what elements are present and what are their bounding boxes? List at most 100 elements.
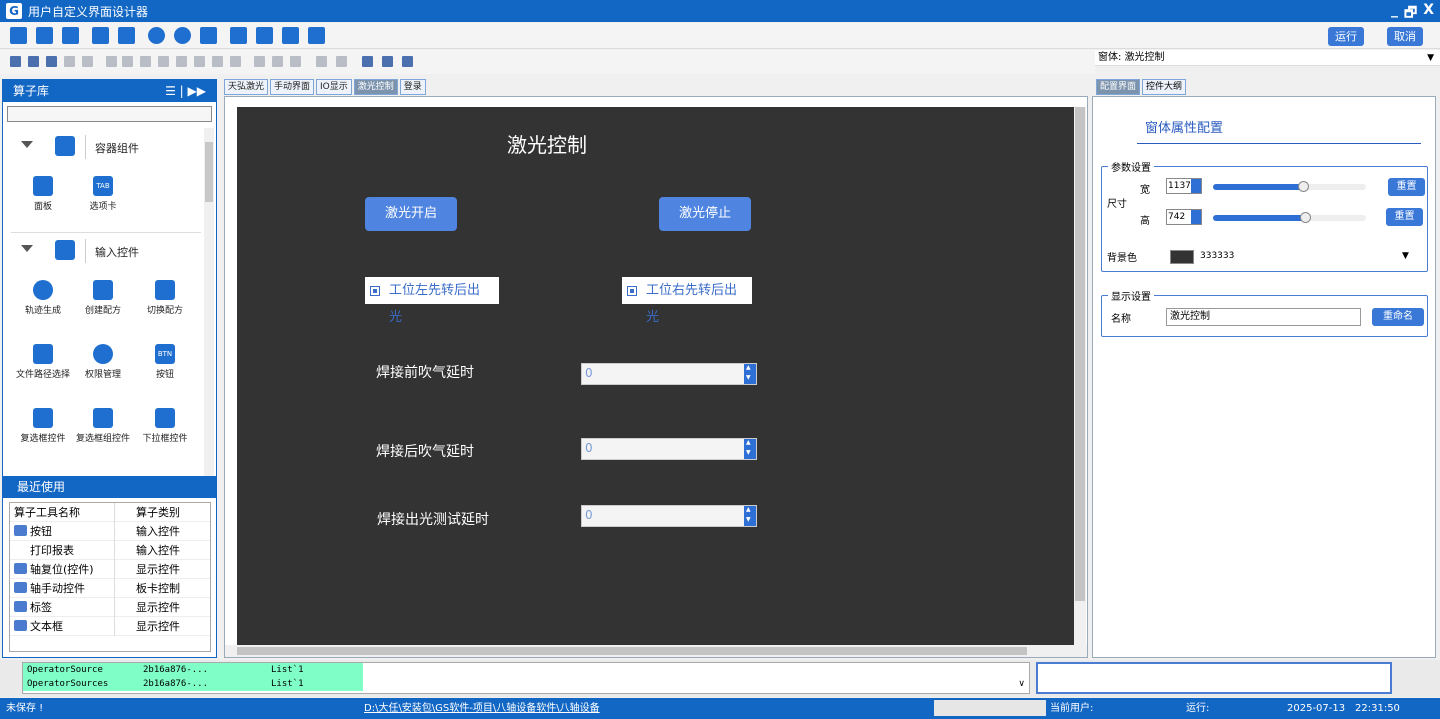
canvas-horizontal-scrollbar[interactable] [225,645,1087,657]
section-input-controls[interactable]: 输入控件 [3,236,203,266]
delete-icon[interactable] [382,56,393,67]
check-icon[interactable] [362,56,373,67]
tab-manual[interactable]: 手动界面 [270,79,315,95]
save-icon[interactable] [62,27,79,44]
tool-dropdown[interactable]: 下拉框控件 [135,408,195,444]
menu-icon[interactable]: ☰ | ▶▶ [165,80,206,102]
redo-icon[interactable] [82,56,93,67]
rename-button[interactable]: 重命名 [1372,308,1424,326]
chevron-down-icon[interactable]: ▼ [1427,50,1434,66]
send-back-icon[interactable] [336,56,347,67]
chevron-down-icon[interactable]: ▼ [1402,251,1409,261]
distribute-v-icon[interactable] [212,56,223,67]
right-station-checkbox[interactable]: 工位右先转后出光 [622,277,752,325]
table-row[interactable]: 按钮 输入控件 [10,522,210,541]
tool-permission[interactable]: 权限管理 [73,344,133,380]
post-weld-blow-input[interactable]: 0 [581,438,757,460]
new-file-icon[interactable] [10,27,27,44]
operator-search-input[interactable] [7,106,212,122]
undo-icon[interactable] [64,56,75,67]
form-selector[interactable]: 窗体: 激光控制 ▼ [1095,50,1440,66]
cancel-button[interactable]: 取消 [1387,27,1423,46]
table-row[interactable]: 轴复位(控件) 显示控件 [10,560,210,579]
distribute-h-icon[interactable] [194,56,205,67]
tab-tianhong-laser[interactable]: 天弘激光 [224,79,269,95]
width-slider-knob[interactable] [1298,181,1310,192]
tool-switch-recipe[interactable]: 切换配方 [135,280,195,316]
left-station-checkbox[interactable]: 工位左先转后出光 [365,277,499,325]
tool-trajectory[interactable]: 轨迹生成 [13,280,73,316]
table-row[interactable]: 标签 显示控件 [10,598,210,617]
toolbox-icon[interactable] [92,27,109,44]
table-row[interactable]: 轴手动控件 板卡控制 [10,579,210,598]
section-container-components[interactable]: 容器组件 [3,132,203,162]
cut-icon[interactable] [28,56,39,67]
reset-width-button[interactable]: 重置 [1388,178,1425,196]
collapse-triangle-icon[interactable] [21,141,33,148]
tool-panel[interactable]: 面板 [13,176,73,212]
weld-test-delay-input[interactable]: 0 [581,505,757,527]
spin-arrows[interactable] [744,364,756,384]
align-left-icon[interactable] [106,56,117,67]
tab-laser-control[interactable]: 激光控制 [353,79,398,95]
name-input[interactable]: 激光控制 [1166,308,1361,326]
tool-tabcontrol[interactable]: TAB 选项卡 [73,176,133,212]
copy-icon[interactable] [10,56,21,67]
run-button[interactable]: 运行 [1328,27,1364,46]
operator-list-scrollbar[interactable] [204,128,214,476]
bring-front-icon[interactable] [316,56,327,67]
tab-login[interactable]: 登录 [399,79,426,95]
camera-icon[interactable] [230,27,247,44]
warning-icon[interactable] [282,27,299,44]
align-bottom-icon[interactable] [176,56,187,67]
fit-icon[interactable] [290,56,301,67]
tab-io[interactable]: IO显示 [316,79,352,95]
axis-manual-icon [14,582,27,593]
height-slider[interactable] [1213,212,1366,223]
height-slider-knob[interactable] [1299,212,1311,223]
tool-checkbox-group[interactable]: 复选框组控件 [73,408,133,444]
bg-color-swatch[interactable] [1170,250,1194,264]
reset-height-button[interactable]: 重置 [1386,208,1423,226]
canvas-vertical-scrollbar[interactable] [1074,107,1086,645]
spin-arrows[interactable] [744,506,756,526]
tool-checkbox[interactable]: 复选框控件 [13,408,73,444]
tool-button[interactable]: BTN 按钮 [135,344,195,380]
laser-off-button[interactable]: 激光停止 [659,197,751,231]
project-path-link[interactable]: D:\大任\安装包\GS软件-项目\八轴设备软件\八轴设备 [364,698,600,719]
collapse-triangle-icon[interactable] [21,245,33,252]
tab-outline[interactable]: 控件大纲 [1142,79,1187,95]
layout-icon[interactable] [308,27,325,44]
chevron-down-icon[interactable]: ∨ [1018,679,1025,689]
paste-icon[interactable] [46,56,57,67]
table-row[interactable]: 文本框 显示控件 [10,617,210,636]
upload-icon[interactable] [200,27,217,44]
spin-arrows[interactable] [744,439,756,459]
tool-create-recipe[interactable]: 创建配方 [73,280,133,316]
same-size-icon[interactable] [272,56,283,67]
table-row[interactable]: 打印报表 输入控件 [10,541,210,560]
camera-settings-icon[interactable] [256,27,273,44]
height-input[interactable]: 742 [1166,209,1202,225]
laser-on-button[interactable]: 激光开启 [365,197,457,231]
same-width-icon[interactable] [230,56,241,67]
clear-icon[interactable] [402,56,413,67]
same-height-icon[interactable] [254,56,265,67]
output-row[interactable]: OperatorSource 2b16a876-... List`1 [23,663,363,677]
output-row[interactable]: OperatorSources 2b16a876-... List`1 [23,677,363,691]
name-label: 名称 [1111,314,1131,325]
preview-eye-icon[interactable] [148,27,165,44]
form-canvas[interactable]: 激光控制 激光开启 激光停止 工位左先转后出光 工位右先转后出光 焊接前吹气延时… [237,107,1075,645]
pre-weld-blow-input[interactable]: 0 [581,363,757,385]
tool-file-path[interactable]: 文件路径选择 [13,344,73,380]
share-icon[interactable] [174,27,191,44]
open-folder-icon[interactable] [36,27,53,44]
width-slider[interactable] [1213,181,1366,192]
tab-config[interactable]: 配置界面 [1096,79,1141,95]
width-input[interactable]: 1137 [1166,178,1202,194]
form-icon[interactable] [118,27,135,44]
align-middle-icon[interactable] [158,56,169,67]
align-center-icon[interactable] [122,56,133,67]
align-top-icon[interactable] [140,56,151,67]
current-user-label: 当前用户: [1050,703,1094,714]
